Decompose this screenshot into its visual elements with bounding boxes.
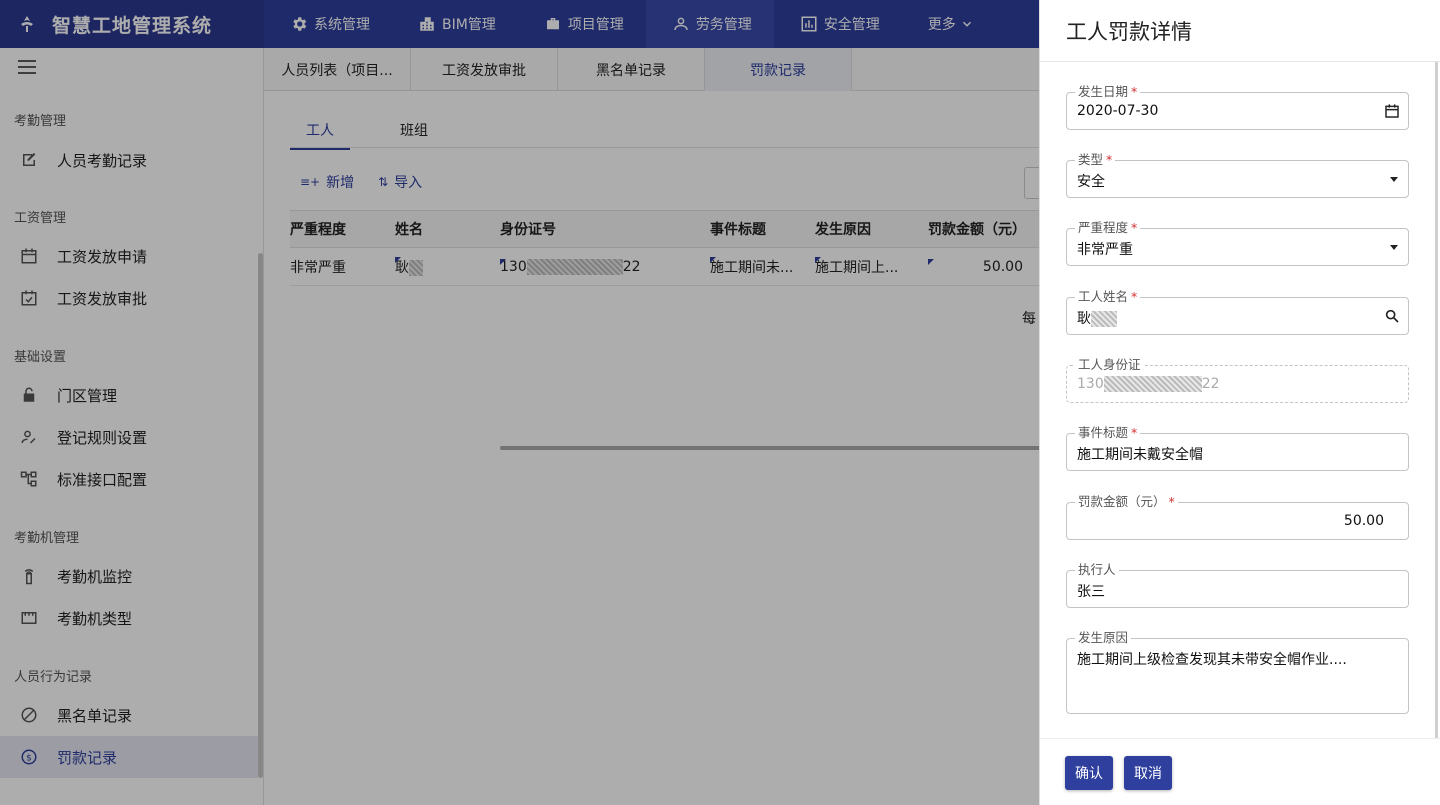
search-icon[interactable] xyxy=(1384,308,1400,328)
redacted-blur xyxy=(1103,376,1202,392)
cancel-button[interactable]: 取消 xyxy=(1124,756,1172,790)
field-value: 张三 xyxy=(1077,584,1105,600)
drawer-title: 工人罚款详情 xyxy=(1040,0,1440,62)
field-value: 130 22 xyxy=(1077,376,1220,392)
executor-field[interactable]: 执行人 张三 xyxy=(1066,562,1409,608)
field-label: 工人身份证 xyxy=(1075,357,1144,373)
field-value: 施工期间上级检查发现其未带安全帽作业.... xyxy=(1077,652,1347,668)
fine-detail-drawer: 工人罚款详情 发生日期 * 2020-07-30 类型 * 安全 严重程度 * 非常严… xyxy=(1039,0,1440,805)
field-value: 2020-07-30 xyxy=(1077,103,1159,119)
field-label: 执行人 xyxy=(1075,562,1119,578)
event-title-field[interactable]: 事件标题 * 施工期间未戴安全帽 xyxy=(1066,425,1409,471)
field-value: 耿 xyxy=(1077,308,1117,328)
worker-idcard-field: 工人身份证 130 22 xyxy=(1066,357,1409,403)
field-label: 类型 * xyxy=(1075,152,1116,168)
field-value: 施工期间未戴安全帽 xyxy=(1077,447,1203,463)
field-label: 发生日期 * xyxy=(1075,84,1141,100)
field-label: 工人姓名 * xyxy=(1075,289,1141,305)
field-label: 罚款金额（元） * xyxy=(1075,494,1178,510)
field-label: 严重程度 * xyxy=(1075,220,1141,236)
type-select[interactable]: 类型 * 安全 xyxy=(1066,152,1409,198)
calendar-icon[interactable] xyxy=(1384,103,1400,123)
field-value: 50.00 xyxy=(1343,513,1384,529)
dropdown-arrow-icon[interactable] xyxy=(1390,245,1398,250)
field-label: 发生原因 xyxy=(1075,630,1132,646)
fine-amount-field[interactable]: 罚款金额（元） * 50.00 xyxy=(1066,494,1409,540)
field-label: 事件标题 * xyxy=(1075,425,1141,441)
redacted-blur xyxy=(1091,311,1117,327)
reason-textarea[interactable]: 发生原因 施工期间上级检查发现其未带安全帽作业.... xyxy=(1066,630,1409,714)
drawer-footer: 确认 取消 xyxy=(1040,738,1440,805)
field-value: 安全 xyxy=(1077,174,1105,190)
drawer-scrollbar[interactable] xyxy=(1435,62,1438,738)
field-value: 非常严重 xyxy=(1077,242,1133,258)
modal-backdrop[interactable] xyxy=(0,0,1039,805)
date-field[interactable]: 发生日期 * 2020-07-30 xyxy=(1066,84,1409,130)
dropdown-arrow-icon[interactable] xyxy=(1390,177,1398,182)
worker-name-field[interactable]: 工人姓名 * 耿 xyxy=(1066,289,1409,335)
confirm-button[interactable]: 确认 xyxy=(1065,756,1113,790)
severity-select[interactable]: 严重程度 * 非常严重 xyxy=(1066,220,1409,266)
